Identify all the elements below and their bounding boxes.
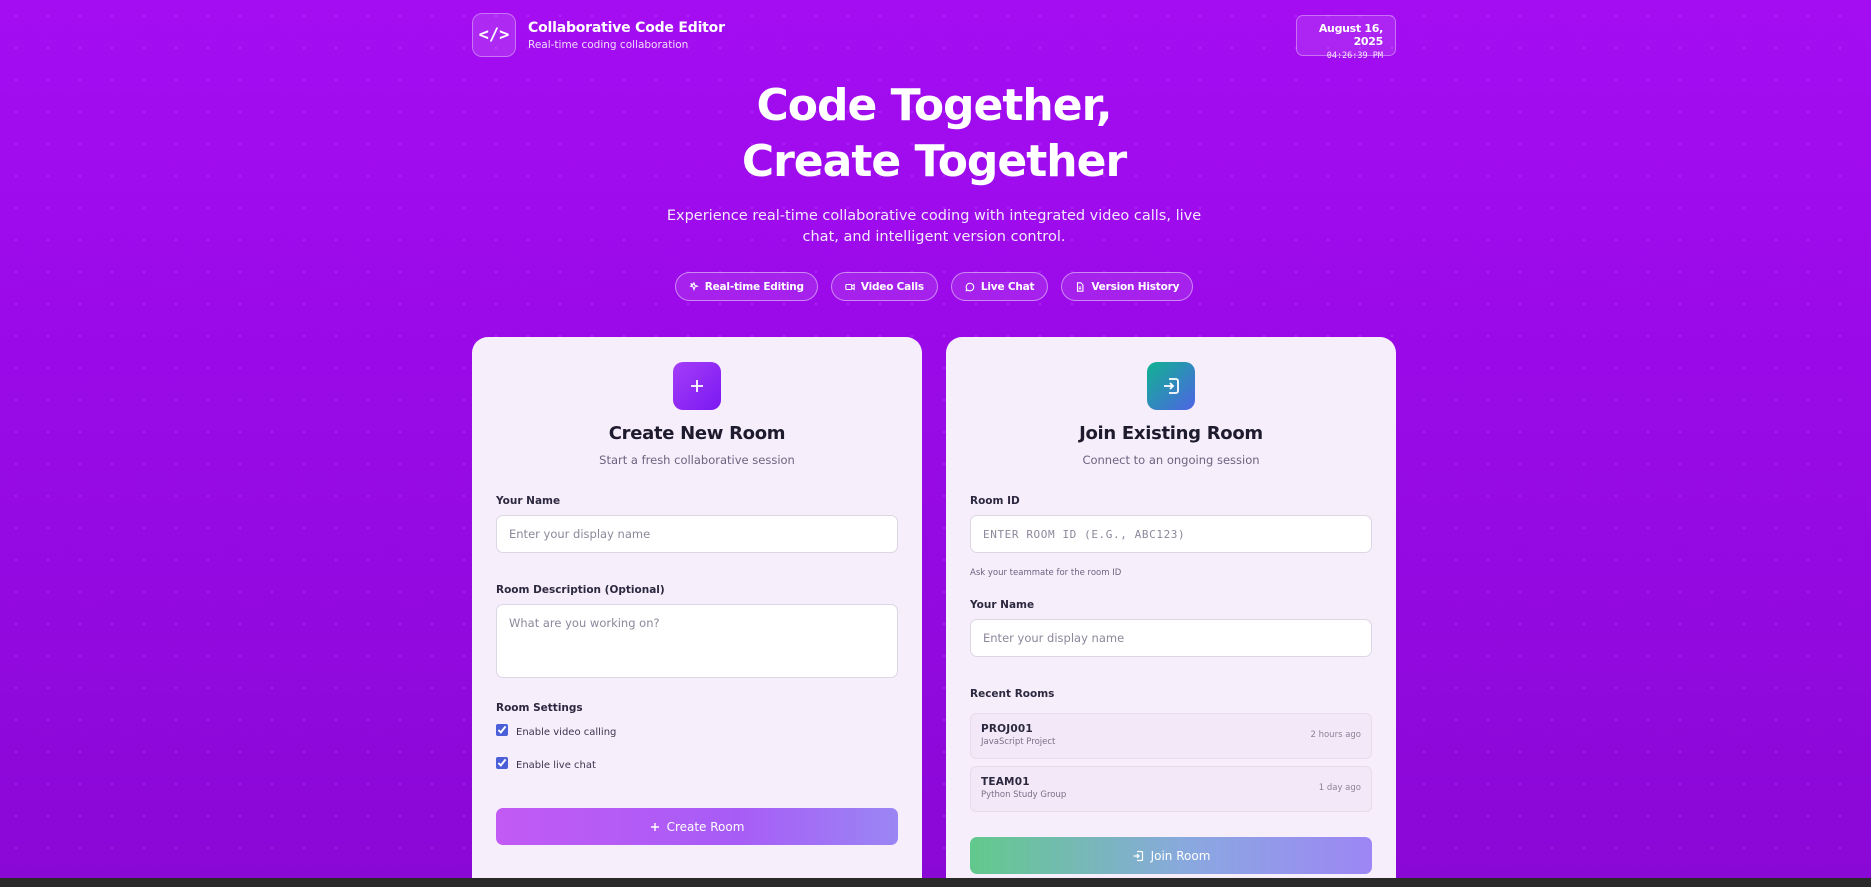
login-icon [1147, 362, 1195, 410]
join-room-card: Join Existing Room Connect to an ongoing… [946, 337, 1396, 887]
recent-room-time: 2 hours ago [1310, 730, 1361, 740]
enable-chat-label: Enable live chat [516, 760, 596, 771]
page-container: </> Collaborative Code Editor Real-time … [472, 0, 1396, 887]
feature-label: Live Chat [980, 280, 1035, 293]
enable-chat-checkbox[interactable] [496, 757, 508, 769]
create-room-button-label: Create Room [666, 819, 745, 834]
enable-video-label: Enable video calling [516, 727, 617, 738]
create-room-title: Create New Room [608, 423, 786, 444]
sparkle-icon [688, 281, 699, 291]
room-id-input[interactable] [970, 515, 1372, 553]
plus-icon [673, 362, 721, 410]
hero-title: Code Together, Create Together [472, 78, 1396, 190]
code-icon: </> [472, 13, 516, 57]
recent-room-id: TEAM01 [981, 776, 1030, 788]
room-id-hint: Ask your teammate for the room ID [970, 568, 1122, 578]
chat-icon [965, 282, 975, 292]
date-time-display: August 16, 2025 04:26:39 PM [1296, 15, 1396, 61]
create-room-card: Create New Room Start a fresh collaborat… [472, 337, 922, 887]
create-name-input[interactable] [496, 515, 898, 553]
your-name-label: Your Name [970, 599, 1035, 611]
enable-video-checkbox[interactable] [496, 724, 508, 736]
feature-label: Video Calls [860, 280, 924, 293]
hero-title-line1: Code Together, [756, 80, 1112, 131]
recent-room-time: 1 day ago [1318, 783, 1361, 793]
room-description-label: Room Description (Optional) [496, 584, 665, 596]
feature-label: Real-time Editing [704, 280, 804, 293]
recent-room-description: Python Study Group [981, 790, 1067, 800]
create-room-subtitle: Start a fresh collaborative session [599, 453, 795, 467]
recent-room-item[interactable]: TEAM01 Python Study Group 1 day ago [970, 766, 1372, 812]
enable-chat-checkbox-row[interactable]: Enable live chat [496, 757, 596, 771]
brand-text: Collaborative Code Editor Real-time codi… [528, 20, 725, 51]
room-settings-label: Room Settings [496, 702, 583, 714]
recent-rooms-label: Recent Rooms [970, 688, 1055, 700]
room-id-label: Room ID [970, 495, 1020, 507]
recent-room-description: JavaScript Project [981, 737, 1056, 747]
feature-pill-video-calls: Video Calls [830, 272, 938, 301]
login-icon [1133, 850, 1143, 861]
enable-video-checkbox-row[interactable]: Enable video calling [496, 724, 617, 738]
feature-pills: Real-time Editing Video Calls Live Chat … [472, 272, 1396, 301]
join-room-button-label: Join Room [1150, 848, 1211, 863]
recent-room-id: PROJ001 [981, 723, 1033, 735]
current-time: 04:26:39 PM [1326, 51, 1383, 61]
join-room-button[interactable]: Join Room [970, 837, 1372, 874]
document-icon [1077, 281, 1084, 292]
create-room-button[interactable]: Create Room [496, 808, 898, 845]
feature-label: Version History [1091, 280, 1180, 293]
feature-pill-realtime-editing: Real-time Editing [674, 272, 818, 301]
app-subtitle: Real-time coding collaboration [528, 38, 689, 51]
app-title: Collaborative Code Editor [528, 19, 725, 36]
plus-icon [650, 822, 659, 831]
feature-pill-live-chat: Live Chat [950, 272, 1049, 301]
join-room-title: Join Existing Room [1079, 423, 1263, 444]
current-date: August 16, 2025 [1318, 22, 1383, 48]
room-description-input[interactable] [496, 604, 898, 678]
join-name-input[interactable] [970, 619, 1372, 657]
taskbar-strip [0, 878, 1871, 887]
join-room-subtitle: Connect to an ongoing session [1082, 453, 1260, 467]
hero-subtitle: Experience real-time collaborative codin… [666, 208, 1202, 245]
recent-room-item[interactable]: PROJ001 JavaScript Project 2 hours ago [970, 713, 1372, 759]
feature-pill-version-history: Version History [1061, 272, 1194, 301]
video-icon [845, 282, 855, 291]
hero-title-line2: Create Together [741, 136, 1127, 187]
brand[interactable]: </> Collaborative Code Editor Real-time … [472, 13, 725, 57]
your-name-label: Your Name [496, 495, 561, 507]
